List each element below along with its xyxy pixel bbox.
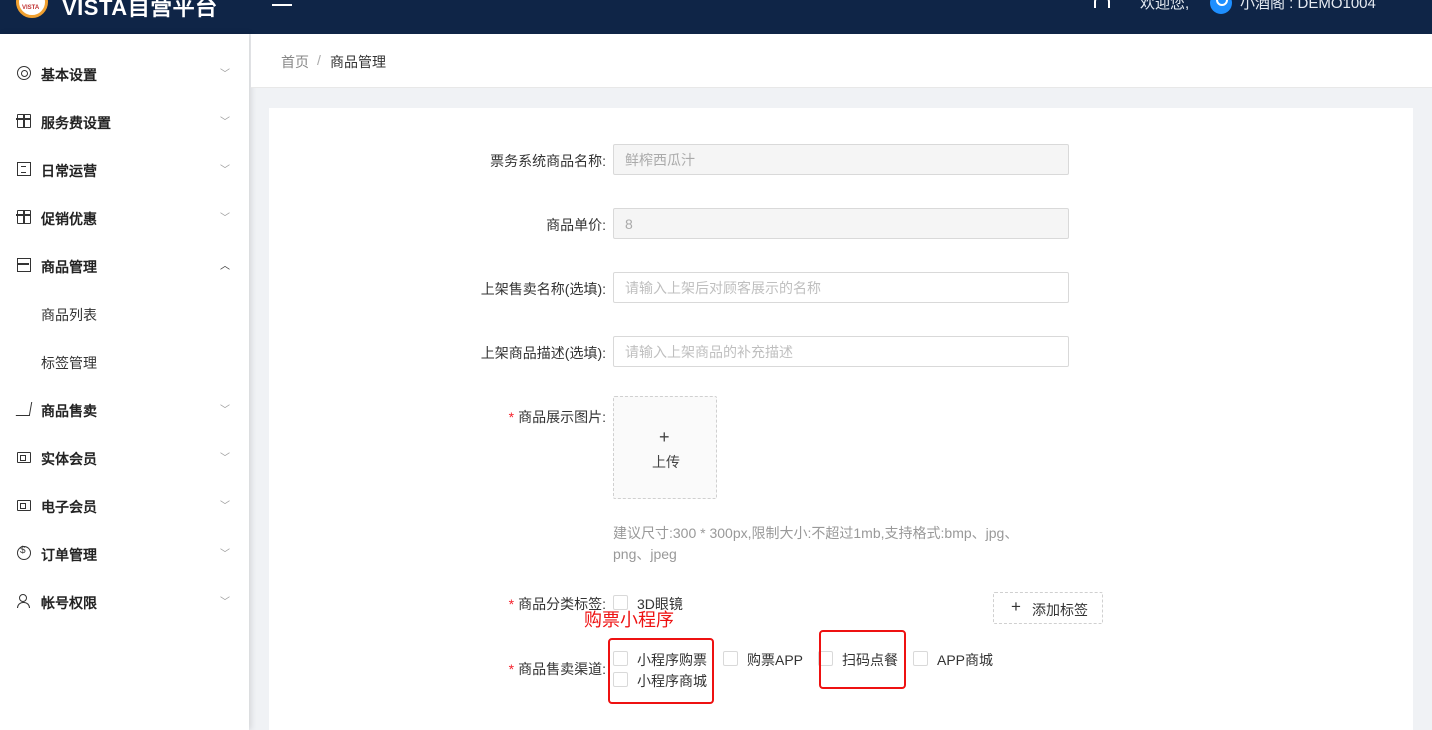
channel-checkbox[interactable] — [913, 651, 928, 666]
avatar[interactable] — [1210, 0, 1232, 14]
chevron-down-icon: ﹀ — [220, 69, 230, 80]
plus-icon: + — [1011, 597, 1021, 616]
chevron-down-icon: ﹀ — [220, 453, 230, 464]
annotation-box — [819, 630, 906, 689]
cart-icon — [15, 402, 33, 416]
breadcrumb-home[interactable]: 首页 — [281, 52, 309, 72]
sidebar-item-label: 服务费设置 — [41, 115, 111, 131]
card-icon — [17, 500, 31, 511]
sidebar-item-label: 电子会员 — [41, 499, 97, 515]
sidebar-item-e-member[interactable]: 电子会员 ﹀ — [0, 482, 249, 530]
sidebar-item-label: 商品管理 — [41, 259, 97, 275]
add-tag-label: 添加标签 — [1032, 602, 1088, 618]
bell-icon[interactable] — [1094, 0, 1110, 8]
brand-title: VISTA自营平台 — [62, 0, 218, 20]
plus-icon: + — [659, 427, 670, 447]
upload-label: 上传 — [652, 454, 680, 470]
system-name-label: 票务系统商品名称: — [490, 153, 606, 169]
breadcrumb-current: 商品管理 — [330, 54, 386, 70]
image-label-text: 商品展示图片: — [518, 409, 606, 425]
annotation-box — [608, 638, 714, 704]
sidebar-item-product-management[interactable]: 商品管理 ︿ — [0, 242, 249, 290]
top-header: VISTA自营平台 欢迎您, 小酒阁 : DEMO1004 — [0, 0, 1432, 34]
sidebar-item-promotions[interactable]: 促销优惠 ﹀ — [0, 194, 249, 242]
chevron-down-icon: ﹀ — [220, 117, 230, 128]
sidebar-item-label: 订单管理 — [41, 547, 97, 563]
coin-icon — [17, 545, 31, 560]
breadcrumb-separator: / — [317, 52, 321, 68]
sidebar: 基本设置 ﹀ 服务费设置 ﹀ 日常运营 ﹀ 促销优惠 ﹀ 商品管理 ︿ 商品列表… — [0, 34, 249, 730]
sidebar-item-label: 基本设置 — [41, 67, 97, 83]
image-label: * 商品展示图片: — [509, 407, 606, 427]
user-name[interactable]: 小酒阁 : DEMO1004 — [1240, 0, 1376, 13]
sidebar-item-label: 日常运营 — [41, 163, 97, 179]
channel-option-label[interactable]: APP商城 — [937, 650, 993, 670]
sidebar-item-label: 促销优惠 — [41, 211, 97, 227]
sidebar-item-product-sales[interactable]: 商品售卖 ﹀ — [0, 386, 249, 434]
image-upload-button[interactable]: + 上传 — [613, 396, 717, 499]
channel-label-text: 商品售卖渠道: — [518, 661, 606, 677]
sidebar-subitem-product-list[interactable]: 商品列表 — [0, 290, 249, 338]
gear-icon — [17, 66, 31, 80]
gift-icon — [16, 114, 31, 128]
image-hint: 建议尺寸:300 * 300px,限制大小:不超过1mb,支持格式:bmp、jp… — [613, 525, 1019, 562]
chevron-down-icon: ﹀ — [220, 165, 230, 176]
gift-icon — [16, 210, 31, 224]
channel-checkbox[interactable] — [723, 651, 738, 666]
description-input[interactable] — [613, 336, 1069, 367]
store-icon — [17, 258, 31, 272]
sidebar-item-basic-settings[interactable]: 基本设置 ﹀ — [0, 50, 249, 98]
card-icon — [17, 452, 31, 463]
sale-name-input[interactable] — [613, 272, 1069, 303]
required-mark: * — [508, 596, 515, 612]
chevron-up-icon: ︿ — [220, 261, 230, 272]
sidebar-item-physical-member[interactable]: 实体会员 ﹀ — [0, 434, 249, 482]
price-label: 商品单价: — [546, 217, 606, 233]
chevron-down-icon: ﹀ — [220, 549, 230, 560]
breadcrumb: 首页 / 商品管理 — [251, 34, 1432, 88]
menu-toggle-icon[interactable] — [272, 0, 292, 12]
price-field — [613, 208, 1069, 239]
channel-option-label[interactable]: 购票APP — [747, 650, 803, 670]
sidebar-item-service-fee[interactable]: 服务费设置 ﹀ — [0, 98, 249, 146]
chevron-down-icon: ﹀ — [220, 213, 230, 224]
sidebar-item-orders[interactable]: 订单管理 ﹀ — [0, 530, 249, 578]
description-label: 上架商品描述(选填): — [480, 345, 606, 361]
sale-name-label: 上架售卖名称(选填): — [480, 281, 606, 297]
sidebar-item-daily-ops[interactable]: 日常运营 ﹀ — [0, 146, 249, 194]
chevron-down-icon: ﹀ — [220, 405, 230, 416]
sidebar-item-account-permissions[interactable]: 帐号权限 ﹀ — [0, 578, 249, 626]
sidebar-subitem-tag-management[interactable]: 标签管理 — [0, 338, 249, 386]
chevron-down-icon: ﹀ — [220, 501, 230, 512]
sidebar-subitem-label: 标签管理 — [41, 355, 97, 371]
sidebar-subitem-label: 商品列表 — [41, 307, 97, 323]
document-icon — [17, 162, 31, 176]
chevron-down-icon: ﹀ — [220, 597, 230, 608]
sidebar-item-label: 实体会员 — [41, 451, 97, 467]
annotation-label: 购票小程序 — [584, 610, 674, 630]
channel-label: * 商品售卖渠道: — [509, 659, 606, 679]
add-tag-button[interactable]: + 添加标签 — [993, 592, 1103, 624]
brand-logo — [16, 0, 48, 18]
required-mark: * — [508, 661, 515, 677]
required-mark: * — [508, 409, 515, 425]
sidebar-item-label: 商品售卖 — [41, 403, 97, 419]
sidebar-item-label: 帐号权限 — [41, 595, 97, 611]
system-name-field — [613, 144, 1069, 175]
users-icon — [17, 594, 31, 608]
welcome-text: 欢迎您, — [1140, 0, 1190, 12]
